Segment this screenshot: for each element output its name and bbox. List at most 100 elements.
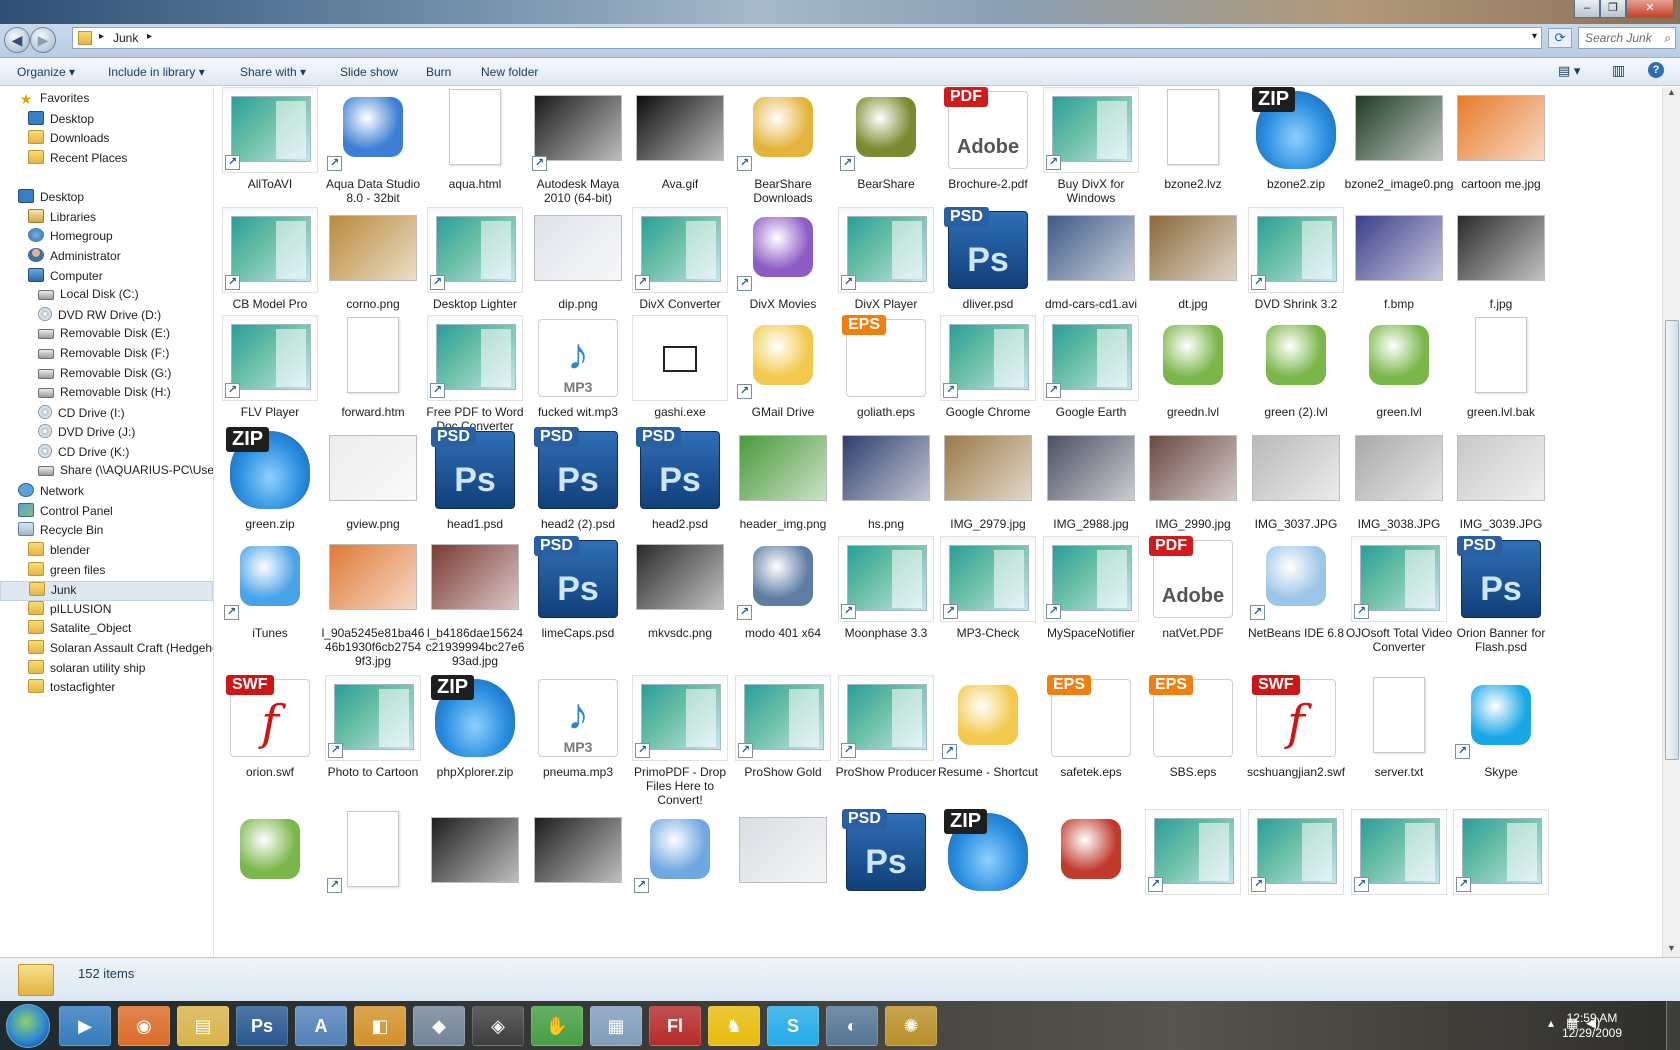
app-icon[interactable]: ◧	[354, 1006, 406, 1046]
photoshop-icon[interactable]: Ps	[236, 1006, 288, 1046]
file-item[interactable]: f SWF scshuangjian2.swf	[1241, 675, 1351, 787]
file-item[interactable]: Ps PSD head2.psd	[625, 427, 735, 539]
file-item[interactable]: ZIP green.zip	[215, 427, 325, 539]
file-item[interactable]: ↗ Skype	[1446, 675, 1556, 787]
file-item[interactable]: ↗	[318, 809, 428, 921]
show-desktop-button[interactable]	[1666, 1001, 1680, 1050]
nav-item-control-panel[interactable]: Control Panel	[18, 503, 113, 523]
address-bar[interactable]: ▸ Junk ▸ ▾	[72, 27, 1542, 49]
file-item[interactable]: IMG_3038.JPG	[1344, 427, 1454, 539]
file-item[interactable]	[1036, 809, 1146, 921]
file-item[interactable]: ↗ Resume - Shortcut	[933, 675, 1043, 787]
file-item[interactable]: Ava.gif	[625, 87, 735, 199]
app2-icon[interactable]: ✺	[885, 1006, 937, 1046]
file-item[interactable]: ZIP phpXplorer.zip	[420, 675, 530, 787]
file-item[interactable]: Ps PSD	[831, 809, 941, 921]
help-icon[interactable]: ?	[1648, 62, 1664, 78]
minimize-button[interactable]: –	[1574, 0, 1600, 18]
scroll-up-arrow[interactable]: ▲	[1663, 87, 1680, 101]
explorer-icon[interactable]: ▤	[177, 1006, 229, 1046]
file-item[interactable]: header_img.png	[728, 427, 838, 539]
file-item[interactable]: ↗ MP3-Check	[933, 536, 1043, 648]
file-item[interactable]: ↗ ProShow Gold	[728, 675, 838, 787]
file-item[interactable]: ↗	[625, 809, 735, 921]
maya-icon[interactable]: ◈	[472, 1006, 524, 1046]
file-item[interactable]: green.lvl	[1344, 315, 1454, 427]
nav-item-removable-disk-e[interactable]: Removable Disk (E:)	[38, 326, 170, 346]
file-item[interactable]: EPS goliath.eps	[831, 315, 941, 427]
browser-icon[interactable]: ◐	[826, 1006, 878, 1046]
file-item[interactable]: ↗ DVD Shrink 3.2	[1241, 207, 1351, 319]
file-item[interactable]: ↗ iTunes	[215, 536, 325, 648]
media-player-icon[interactable]: ▶	[59, 1006, 111, 1046]
nav-item-removable-disk-f[interactable]: Removable Disk (F:)	[38, 346, 169, 366]
nav-item-removable-disk-g[interactable]: Removable Disk (G:)	[38, 366, 171, 386]
file-item[interactable]: ↗ Photo to Cartoon	[318, 675, 428, 787]
file-item[interactable]: f SWF orion.swf	[215, 675, 325, 787]
nav-item-pillusion[interactable]: pILLUSION	[28, 601, 111, 621]
file-item[interactable]: ↗	[1344, 809, 1454, 921]
file-item[interactable]: Ps PSD limeCaps.psd	[523, 536, 633, 648]
file-item[interactable]: cartoon me.jpg	[1446, 87, 1556, 199]
file-item[interactable]: ↗ Desktop Lighter	[420, 207, 530, 319]
tray-icon[interactable]: ▴	[1548, 1016, 1554, 1030]
hand-icon[interactable]: ✋	[531, 1006, 583, 1046]
file-item[interactable]: ↗ FLV Player	[215, 315, 325, 427]
slide-show-button[interactable]: Slide show	[340, 65, 398, 79]
nav-item-desktop[interactable]: Desktop	[28, 111, 94, 131]
file-item[interactable]: f.bmp	[1344, 207, 1454, 319]
nav-item-favorites[interactable]: ★ Favorites	[18, 91, 90, 111]
nav-item-computer[interactable]: Computer	[28, 268, 103, 288]
organize-button[interactable]: Organize ▾	[17, 65, 75, 79]
nav-item-junk[interactable]: Junk	[0, 581, 213, 601]
file-item[interactable]: EPS safetek.eps	[1036, 675, 1146, 787]
nav-item-downloads[interactable]: Downloads	[28, 130, 109, 150]
new-folder-button[interactable]: New folder	[481, 65, 538, 79]
nav-item-desktop[interactable]: Desktop	[18, 189, 84, 209]
forward-button[interactable]: ▶	[30, 27, 56, 53]
file-item[interactable]: ♪ MP3 pneuma.mp3	[523, 675, 633, 787]
file-item[interactable]: l_b4186dae15624 c21939994bc27e6 93ad.jpg	[420, 536, 530, 668]
file-item[interactable]	[215, 809, 325, 921]
vertical-scrollbar[interactable]: ▲ ▼	[1662, 87, 1680, 957]
nav-item-administrator[interactable]: Administrator	[28, 248, 121, 268]
file-item[interactable]: ↗ modo 401 x64	[728, 536, 838, 648]
nav-item-cd-drive-k[interactable]: CD Drive (K:)	[38, 444, 129, 464]
share-with-button[interactable]: Share with ▾	[240, 65, 306, 79]
nav-item-satalite-object[interactable]: Satalite_Object	[28, 620, 131, 640]
file-item[interactable]: aqua.html	[420, 87, 530, 199]
file-item[interactable]: dt.jpg	[1138, 207, 1248, 319]
file-item[interactable]: ↗	[1446, 809, 1556, 921]
file-item[interactable]: Ps PSD head2 (2).psd	[523, 427, 633, 539]
file-item[interactable]: green (2).lvl	[1241, 315, 1351, 427]
file-item[interactable]: ↗ NetBeans IDE 6.8	[1241, 536, 1351, 648]
file-item[interactable]: ↗ DivX Movies	[728, 207, 838, 319]
file-item[interactable]: ↗ DivX Converter	[625, 207, 735, 319]
modo-icon[interactable]: ◆	[413, 1006, 465, 1046]
file-item[interactable]: Ps PSD dliver.psd	[933, 207, 1043, 319]
nav-item-solaran-utility-ship[interactable]: solaran utility ship	[28, 660, 145, 680]
file-item[interactable]: server.txt	[1344, 675, 1454, 787]
chevron-down-icon[interactable]: ▾	[1532, 31, 1537, 42]
file-item[interactable]: EPS SBS.eps	[1138, 675, 1248, 787]
nav-item-green-files[interactable]: green files	[28, 562, 105, 582]
file-item[interactable]: IMG_2988.jpg	[1036, 427, 1146, 539]
file-item[interactable]: bzone2.lvz	[1138, 87, 1248, 199]
include-in-library-button[interactable]: Include in library ▾	[108, 65, 205, 79]
file-item[interactable]: dmd-cars-cd1.avi	[1036, 207, 1146, 319]
file-item[interactable]: forward.htm	[318, 315, 428, 427]
file-item[interactable]: green.lvl.bak	[1446, 315, 1556, 427]
file-item[interactable]: l_90a5245e81ba46 46b1930f6cb2754 9f3.jpg	[318, 536, 428, 668]
file-item[interactable]: ↗ Buy DivX for Windows	[1036, 87, 1146, 205]
nav-item-dvd-rw-drive-d[interactable]: DVD RW Drive (D:)	[38, 307, 161, 327]
maximize-button[interactable]: ❐	[1600, 0, 1626, 18]
file-item[interactable]: ZIP bzone2.zip	[1241, 87, 1351, 199]
file-item[interactable]: corno.png	[318, 207, 428, 319]
file-item[interactable]	[523, 809, 633, 921]
back-button[interactable]: ◀	[4, 27, 30, 53]
nav-item-network[interactable]: Network	[18, 483, 84, 503]
file-item[interactable]: ↗ MySpaceNotifier	[1036, 536, 1146, 648]
chevron-right-icon[interactable]: ▸	[147, 31, 152, 42]
file-item[interactable]: ♪ MP3 fucked wit.mp3	[523, 315, 633, 427]
burn-button[interactable]: Burn	[426, 65, 451, 79]
